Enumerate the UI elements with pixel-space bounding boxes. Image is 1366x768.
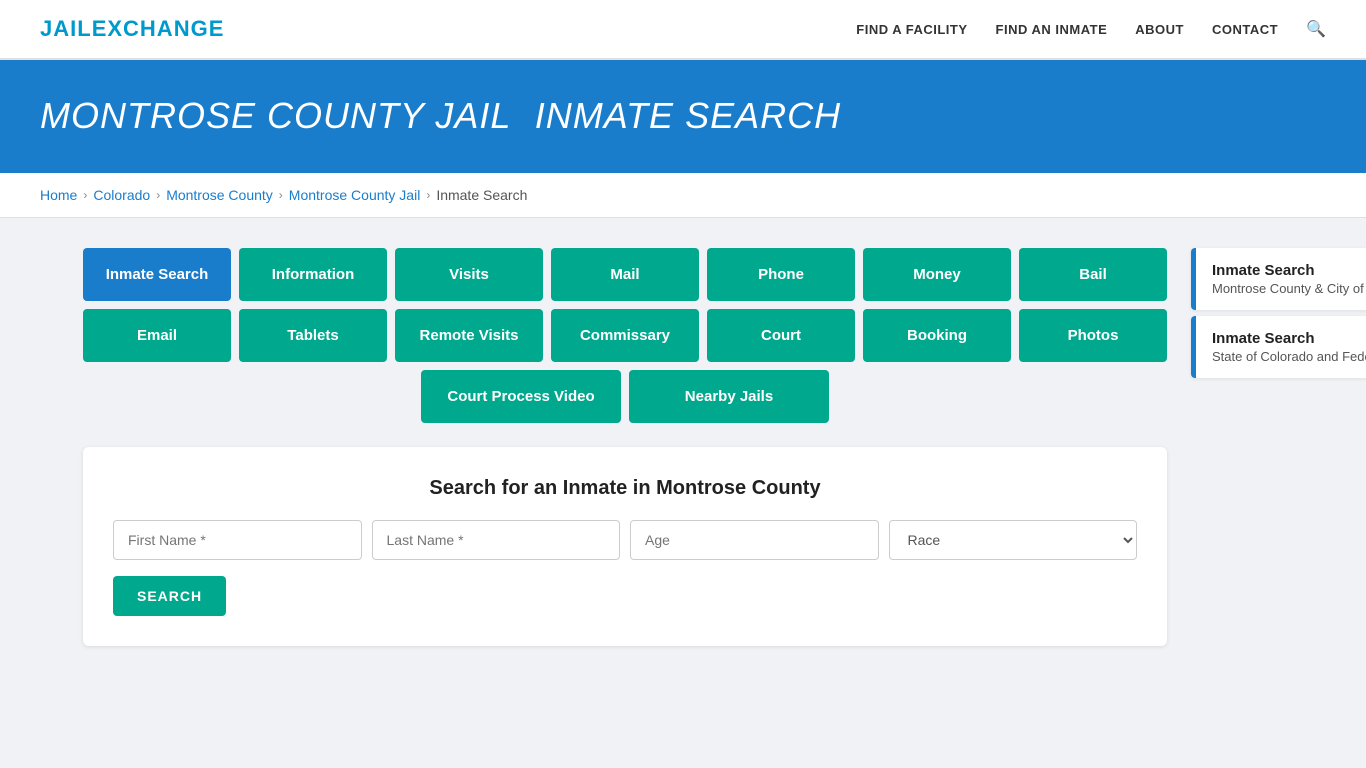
logo-jail: JAIL xyxy=(40,16,92,41)
sidebar-item-1-text: Inmate Search Montrose County & City of … xyxy=(1212,262,1366,296)
nav-buttons-grid: Inmate Search Information Visits Mail Ph… xyxy=(83,248,1167,423)
sidebar-item-1-subtitle: Montrose County & City of Montrose xyxy=(1212,281,1366,296)
sidebar-item-2: Inmate Search State of Colorado and Fede… xyxy=(1191,316,1366,378)
nav-row-1: Inmate Search Information Visits Mail Ph… xyxy=(83,248,1167,301)
btn-court[interactable]: Court xyxy=(707,309,855,362)
page-title: Montrose County Jail INMATE SEARCH xyxy=(40,90,1326,138)
btn-phone[interactable]: Phone xyxy=(707,248,855,301)
main-content: Inmate Search Information Visits Mail Ph… xyxy=(43,218,1323,676)
breadcrumb: Home › Colorado › Montrose County › Mont… xyxy=(0,173,1366,218)
first-name-input[interactable] xyxy=(113,520,362,560)
search-title: Search for an Inmate in Montrose County xyxy=(113,477,1137,500)
sidebar-item-2-header[interactable]: Inmate Search State of Colorado and Fede… xyxy=(1191,316,1366,378)
search-fields: Race White Black Hispanic Asian Other xyxy=(113,520,1137,560)
site-header: JAILEXCHANGE FIND A FACILITY FIND AN INM… xyxy=(0,0,1366,60)
sidebar-item-1-title: Inmate Search xyxy=(1212,262,1366,279)
btn-mail[interactable]: Mail xyxy=(551,248,699,301)
sidebar-item-2-title: Inmate Search xyxy=(1212,330,1366,347)
btn-photos[interactable]: Photos xyxy=(1019,309,1167,362)
main-nav: FIND A FACILITY FIND AN INMATE ABOUT CON… xyxy=(856,19,1326,39)
nav-find-inmate[interactable]: FIND AN INMATE xyxy=(996,22,1108,37)
search-card: Search for an Inmate in Montrose County … xyxy=(83,447,1167,646)
race-select[interactable]: Race White Black Hispanic Asian Other xyxy=(889,520,1138,560)
nav-find-facility[interactable]: FIND A FACILITY xyxy=(856,22,967,37)
hero-banner: Montrose County Jail INMATE SEARCH xyxy=(0,60,1366,173)
sidebar-item-1-header[interactable]: Inmate Search Montrose County & City of … xyxy=(1191,248,1366,310)
btn-commissary[interactable]: Commissary xyxy=(551,309,699,362)
sidebar-item-1: Inmate Search Montrose County & City of … xyxy=(1191,248,1366,310)
breadcrumb-sep-3: › xyxy=(279,188,283,202)
site-logo[interactable]: JAILEXCHANGE xyxy=(40,16,224,42)
breadcrumb-current: Inmate Search xyxy=(436,187,527,203)
nav-contact[interactable]: CONTACT xyxy=(1212,22,1278,37)
nav-row-2: Email Tablets Remote Visits Commissary C… xyxy=(83,309,1167,362)
sidebar-item-2-subtitle: State of Colorado and Federal Lockups xyxy=(1212,349,1366,364)
breadcrumb-sep-1: › xyxy=(83,188,87,202)
btn-visits[interactable]: Visits xyxy=(395,248,543,301)
sidebar-item-2-text: Inmate Search State of Colorado and Fede… xyxy=(1212,330,1366,364)
breadcrumb-montrose-county[interactable]: Montrose County xyxy=(166,187,273,203)
nav-about[interactable]: ABOUT xyxy=(1135,22,1184,37)
last-name-input[interactable] xyxy=(372,520,621,560)
content-left: Inmate Search Information Visits Mail Ph… xyxy=(83,248,1167,646)
page-title-main: Montrose County Jail xyxy=(40,95,511,136)
btn-court-process-video[interactable]: Court Process Video xyxy=(421,370,621,423)
btn-nearby-jails[interactable]: Nearby Jails xyxy=(629,370,829,423)
age-input[interactable] xyxy=(630,520,879,560)
breadcrumb-sep-4: › xyxy=(426,188,430,202)
logo-exchange: EXCHANGE xyxy=(92,16,225,41)
btn-remote-visits[interactable]: Remote Visits xyxy=(395,309,543,362)
btn-information[interactable]: Information xyxy=(239,248,387,301)
search-button[interactable]: SEARCH xyxy=(113,576,226,616)
btn-tablets[interactable]: Tablets xyxy=(239,309,387,362)
btn-booking[interactable]: Booking xyxy=(863,309,1011,362)
btn-email[interactable]: Email xyxy=(83,309,231,362)
btn-bail[interactable]: Bail xyxy=(1019,248,1167,301)
breadcrumb-sep-2: › xyxy=(156,188,160,202)
btn-money[interactable]: Money xyxy=(863,248,1011,301)
breadcrumb-colorado[interactable]: Colorado xyxy=(93,187,150,203)
sidebar: Inmate Search Montrose County & City of … xyxy=(1191,248,1366,384)
breadcrumb-home[interactable]: Home xyxy=(40,187,77,203)
breadcrumb-jail[interactable]: Montrose County Jail xyxy=(289,187,421,203)
page-title-italic: INMATE SEARCH xyxy=(535,95,841,136)
search-icon[interactable]: 🔍 xyxy=(1306,19,1326,39)
nav-row-3: Court Process Video Nearby Jails xyxy=(83,370,1167,423)
btn-inmate-search[interactable]: Inmate Search xyxy=(83,248,231,301)
